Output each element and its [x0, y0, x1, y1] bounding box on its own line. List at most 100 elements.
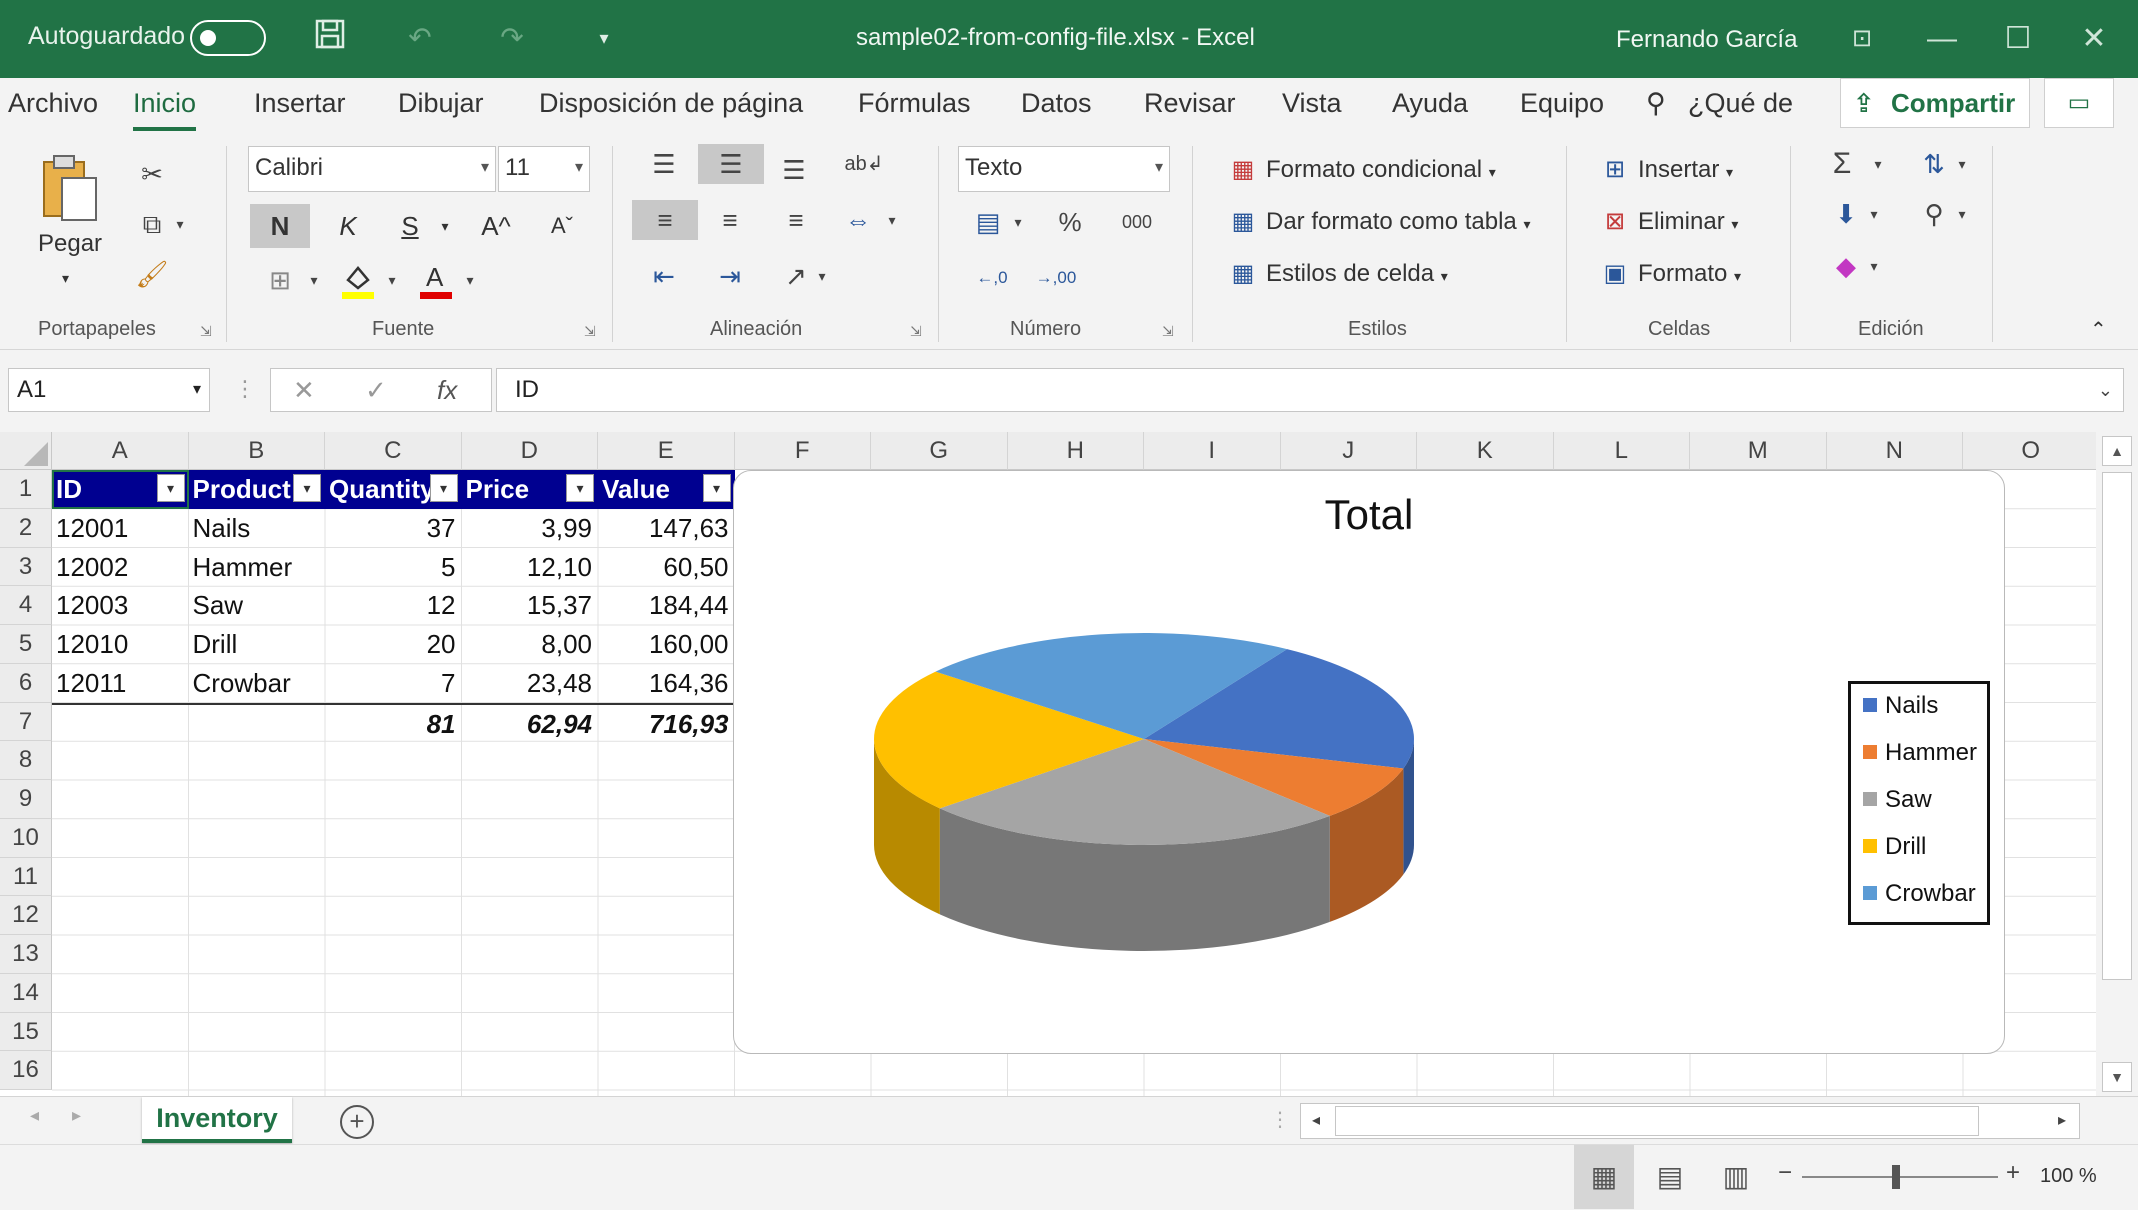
zoom-slider-thumb[interactable]: [1892, 1165, 1900, 1189]
row-header-8[interactable]: 8: [0, 741, 52, 780]
conditional-format-button[interactable]: ▦ Formato condicional ▾: [1226, 152, 1496, 190]
wrap-text-icon[interactable]: ab↲: [842, 144, 886, 184]
save-icon[interactable]: [308, 18, 352, 61]
merge-dropdown-icon[interactable]: ▾: [880, 200, 904, 240]
paste-dropdown-icon[interactable]: ▾: [62, 260, 69, 296]
filter-dropdown-icon[interactable]: ▾: [702, 474, 731, 502]
paste-icon[interactable]: [40, 154, 100, 229]
table-cell[interactable]: 12: [325, 586, 462, 625]
pie-chart[interactable]: Total Nails Hammer Saw Drill Crowbar: [733, 470, 2005, 1054]
close-icon[interactable]: ✕: [2064, 14, 2124, 64]
number-launcher-icon[interactable]: ⇲: [1162, 323, 1174, 340]
cell-styles-button[interactable]: ▦ Estilos de celda ▾: [1226, 256, 1448, 294]
select-all-corner[interactable]: [0, 432, 52, 470]
column-header-n[interactable]: N: [1826, 432, 1963, 470]
minimize-icon[interactable]: —: [1912, 14, 1972, 64]
decrease-decimal-icon[interactable]: →,00: [1034, 258, 1078, 298]
table-cell[interactable]: Saw: [189, 586, 326, 625]
align-top-icon[interactable]: ☰: [642, 144, 686, 184]
increase-decimal-icon[interactable]: ←,0: [970, 258, 1014, 298]
tab-datos[interactable]: Datos: [1021, 88, 1092, 119]
scroll-right-icon[interactable]: ▸: [2047, 1106, 2077, 1136]
formula-bar-handle-icon[interactable]: ⋮: [234, 376, 256, 402]
clipboard-launcher-icon[interactable]: ⇲: [200, 323, 212, 340]
table-header-cell[interactable]: ID ▾: [52, 470, 189, 509]
font-name-select[interactable]: Calibri ▾: [248, 146, 496, 192]
accounting-dropdown-icon[interactable]: ▾: [1006, 202, 1030, 242]
grow-font-button[interactable]: A^: [466, 204, 526, 248]
insert-cells-button[interactable]: ⊞ Insertar ▾: [1598, 152, 1733, 190]
row-header-6[interactable]: 6: [0, 663, 52, 703]
chart-legend[interactable]: Nails Hammer Saw Drill Crowbar: [1848, 681, 1990, 925]
table-cell[interactable]: 60,50: [598, 548, 735, 587]
table-cell[interactable]: 164,36: [598, 664, 735, 703]
alignment-launcher-icon[interactable]: ⇲: [910, 323, 922, 340]
thousands-button[interactable]: 000: [1114, 202, 1160, 242]
vertical-scrollbar[interactable]: ▲ ▼: [2096, 432, 2138, 1096]
fill-color-icon[interactable]: [338, 260, 378, 300]
ribbon-display-icon[interactable]: ⊡: [1832, 14, 1892, 64]
tab-formulas[interactable]: Fórmulas: [858, 88, 971, 119]
percent-button[interactable]: %: [1048, 202, 1092, 242]
tab-disposicion[interactable]: Disposición de página: [539, 88, 803, 119]
confirm-entry-icon[interactable]: ✓: [365, 369, 387, 411]
row-header-11[interactable]: 11: [0, 857, 52, 897]
row-header-7[interactable]: 7: [0, 702, 52, 742]
legend-item[interactable]: Hammer: [1863, 739, 1977, 767]
table-cell[interactable]: 160,00: [598, 625, 735, 664]
merge-center-icon[interactable]: ⇔: [836, 200, 880, 240]
fill-dropdown-icon[interactable]: ▾: [1862, 194, 1886, 234]
zoom-in-icon[interactable]: +: [2006, 1159, 2020, 1187]
align-center-icon[interactable]: ≡: [708, 200, 752, 240]
column-header-c[interactable]: C: [325, 432, 462, 470]
tab-equipo[interactable]: Equipo: [1520, 88, 1604, 119]
zoom-out-icon[interactable]: −: [1778, 1159, 1792, 1187]
table-header-cell[interactable]: Price ▾: [461, 470, 598, 509]
underline-dropdown-icon[interactable]: ▾: [430, 204, 460, 248]
format-as-table-button[interactable]: ▦ Dar formato como tabla ▾: [1226, 204, 1531, 242]
tab-archivo[interactable]: Archivo: [8, 88, 98, 119]
tab-inicio[interactable]: Inicio: [133, 88, 197, 131]
tab-split-handle-icon[interactable]: ⋮: [1270, 1107, 1290, 1132]
italic-button[interactable]: K: [318, 204, 378, 248]
column-header-m[interactable]: M: [1690, 432, 1827, 470]
page-break-preview-icon[interactable]: ▥: [1706, 1145, 1766, 1209]
prev-sheet-icon[interactable]: ◂: [30, 1105, 39, 1126]
table-cell[interactable]: 12001: [52, 509, 189, 548]
horizontal-scrollbar[interactable]: ◂ ▸: [1300, 1103, 2080, 1139]
format-cells-button[interactable]: ▣ Formato ▾: [1598, 256, 1741, 294]
column-header-k[interactable]: K: [1417, 432, 1554, 470]
cut-icon[interactable]: ✂: [130, 154, 174, 194]
row-header-10[interactable]: 10: [0, 818, 52, 858]
collapse-ribbon-icon[interactable]: ⌃: [2090, 312, 2107, 348]
table-cell[interactable]: 3,99: [462, 509, 599, 548]
borders-icon[interactable]: ⊞: [258, 260, 302, 300]
row-header-3[interactable]: 3: [0, 547, 52, 587]
filter-dropdown-icon[interactable]: ▾: [429, 474, 458, 502]
borders-dropdown-icon[interactable]: ▾: [302, 260, 326, 300]
cancel-entry-icon[interactable]: ✕: [293, 369, 315, 411]
comments-button[interactable]: ▭: [2044, 78, 2114, 128]
legend-item[interactable]: Crowbar: [1863, 880, 1976, 908]
table-cell[interactable]: 12002: [52, 548, 189, 587]
insert-function-icon[interactable]: fx: [437, 369, 457, 411]
zoom-level[interactable]: 100 %: [2040, 1165, 2097, 1188]
decrease-indent-icon[interactable]: ⇤: [642, 256, 686, 296]
font-size-select[interactable]: 11 ▾: [498, 146, 590, 192]
undo-icon[interactable]: ↶: [398, 18, 442, 58]
shrink-font-button[interactable]: Aˇ: [532, 204, 592, 248]
format-painter-icon[interactable]: 🖌: [130, 254, 174, 294]
tab-revisar[interactable]: Revisar: [1144, 88, 1236, 119]
clear-dropdown-icon[interactable]: ▾: [1862, 246, 1886, 286]
font-launcher-icon[interactable]: ⇲: [584, 323, 596, 340]
font-color-dropdown-icon[interactable]: ▾: [458, 260, 482, 300]
table-cell[interactable]: 12010: [52, 625, 189, 664]
number-format-select[interactable]: Texto ▾: [958, 146, 1170, 192]
row-header-5[interactable]: 5: [0, 625, 52, 664]
column-header-h[interactable]: H: [1007, 432, 1144, 470]
scroll-down-icon[interactable]: ▼: [2102, 1062, 2132, 1092]
scroll-up-icon[interactable]: ▲: [2102, 436, 2132, 466]
next-sheet-icon[interactable]: ▸: [72, 1105, 81, 1126]
autosum-icon[interactable]: Σ: [1820, 144, 1864, 184]
orientation-dropdown-icon[interactable]: ▾: [810, 256, 834, 296]
